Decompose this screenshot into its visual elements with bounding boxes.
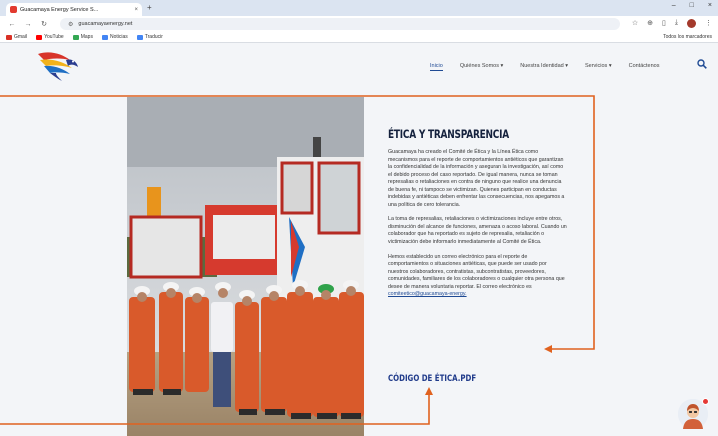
browser-tab[interactable]: Guacamaya Energy Service S... ×: [6, 3, 142, 16]
nav-contactenos[interactable]: Contáctenos: [629, 63, 660, 71]
url-text: guacamayaenergy.net: [78, 21, 133, 27]
address-bar: ← → ↻ ⚙ guacamayaenergy.net ☆ ⊕ ▯ ⤓ ⋮: [0, 16, 718, 32]
search-icon[interactable]: [697, 59, 707, 69]
chat-widget[interactable]: [678, 398, 709, 429]
browser-actions: ☆ ⊕ ▯ ⤓ ⋮: [632, 19, 712, 28]
section-heading: ÉTICA Y TRANSPARENCIA: [388, 127, 509, 141]
paragraph-2: La toma de represalias, retaliaciones o …: [388, 216, 567, 246]
site-info-icon[interactable]: ⚙: [68, 21, 73, 28]
bookmark-maps[interactable]: Maps: [72, 34, 93, 40]
maximize-button[interactable]: □: [690, 2, 694, 9]
ethics-code-pdf-link[interactable]: CÓDIGO DE ÉTICA.PDF: [388, 374, 476, 384]
profile-avatar[interactable]: [687, 19, 696, 28]
site-favicon-icon: [10, 6, 17, 13]
nav-quienes-somos[interactable]: Quiénes Somos ▾: [460, 63, 503, 71]
tab-title: Guacamaya Energy Service S...: [20, 6, 99, 13]
nav-nuestra-identidad[interactable]: Nuestra Identidad ▾: [520, 63, 568, 71]
bookmark-news[interactable]: Noticias: [101, 34, 128, 40]
guacamaya-logo[interactable]: [36, 48, 80, 82]
window-controls: – □ ×: [672, 2, 712, 9]
tab-close-icon[interactable]: ×: [134, 7, 138, 13]
youtube-icon: [36, 34, 43, 40]
close-window-button[interactable]: ×: [708, 2, 712, 9]
maps-icon: [72, 34, 79, 40]
forward-icon[interactable]: →: [24, 21, 32, 28]
minimize-button[interactable]: –: [672, 2, 676, 9]
website: Inicio Quiénes Somos ▾ Nuestra Identidad…: [0, 43, 718, 436]
new-tab-button[interactable]: +: [147, 3, 152, 13]
bookmark-star-icon[interactable]: ☆: [632, 19, 638, 28]
paragraph-3-text: Hemos establecido un correo electrónico …: [388, 253, 565, 290]
notification-badge: [702, 398, 709, 405]
email-link[interactable]: comiteetico@guacamaya-energy.: [388, 291, 467, 297]
news-icon: [101, 34, 108, 40]
bookmarks-bar: Gmail YouTube Maps Noticias Traducir Tod…: [0, 32, 718, 43]
back-icon[interactable]: ←: [8, 21, 16, 28]
nav-inicio[interactable]: Inicio: [430, 63, 443, 71]
bookmark-gmail[interactable]: Gmail: [6, 34, 27, 40]
browser-tab-bar: Guacamaya Energy Service S... × + – □ ×: [0, 0, 718, 16]
main-navigation: Inicio Quiénes Somos ▾ Nuestra Identidad…: [430, 63, 659, 71]
gmail-icon: [6, 34, 12, 40]
reload-icon[interactable]: ↻: [40, 20, 48, 28]
team-photo: [127, 97, 364, 436]
download-icon[interactable]: ⤓: [675, 19, 678, 28]
bookmark-youtube[interactable]: YouTube: [36, 34, 64, 40]
ethics-section: ÉTICA Y TRANSPARENCIA Guacamaya ha cread…: [388, 127, 568, 299]
paragraph-1: Guacamaya ha creado el Comité de Ética y…: [388, 149, 565, 208]
paragraph-3: Hemos establecido un correo electrónico …: [388, 254, 568, 299]
nav-servicios[interactable]: Servicios ▾: [585, 63, 612, 71]
side-panel-icon[interactable]: ▯: [662, 19, 666, 28]
browser-menu-icon[interactable]: ⋮: [705, 19, 712, 28]
url-input[interactable]: ⚙ guacamayaenergy.net: [60, 18, 620, 30]
translate-icon: [136, 34, 143, 40]
bookmark-translate[interactable]: Traducir: [136, 34, 163, 40]
extensions-icon[interactable]: ⊕: [647, 19, 653, 28]
all-bookmarks-button[interactable]: Todos los marcadores: [663, 34, 712, 40]
